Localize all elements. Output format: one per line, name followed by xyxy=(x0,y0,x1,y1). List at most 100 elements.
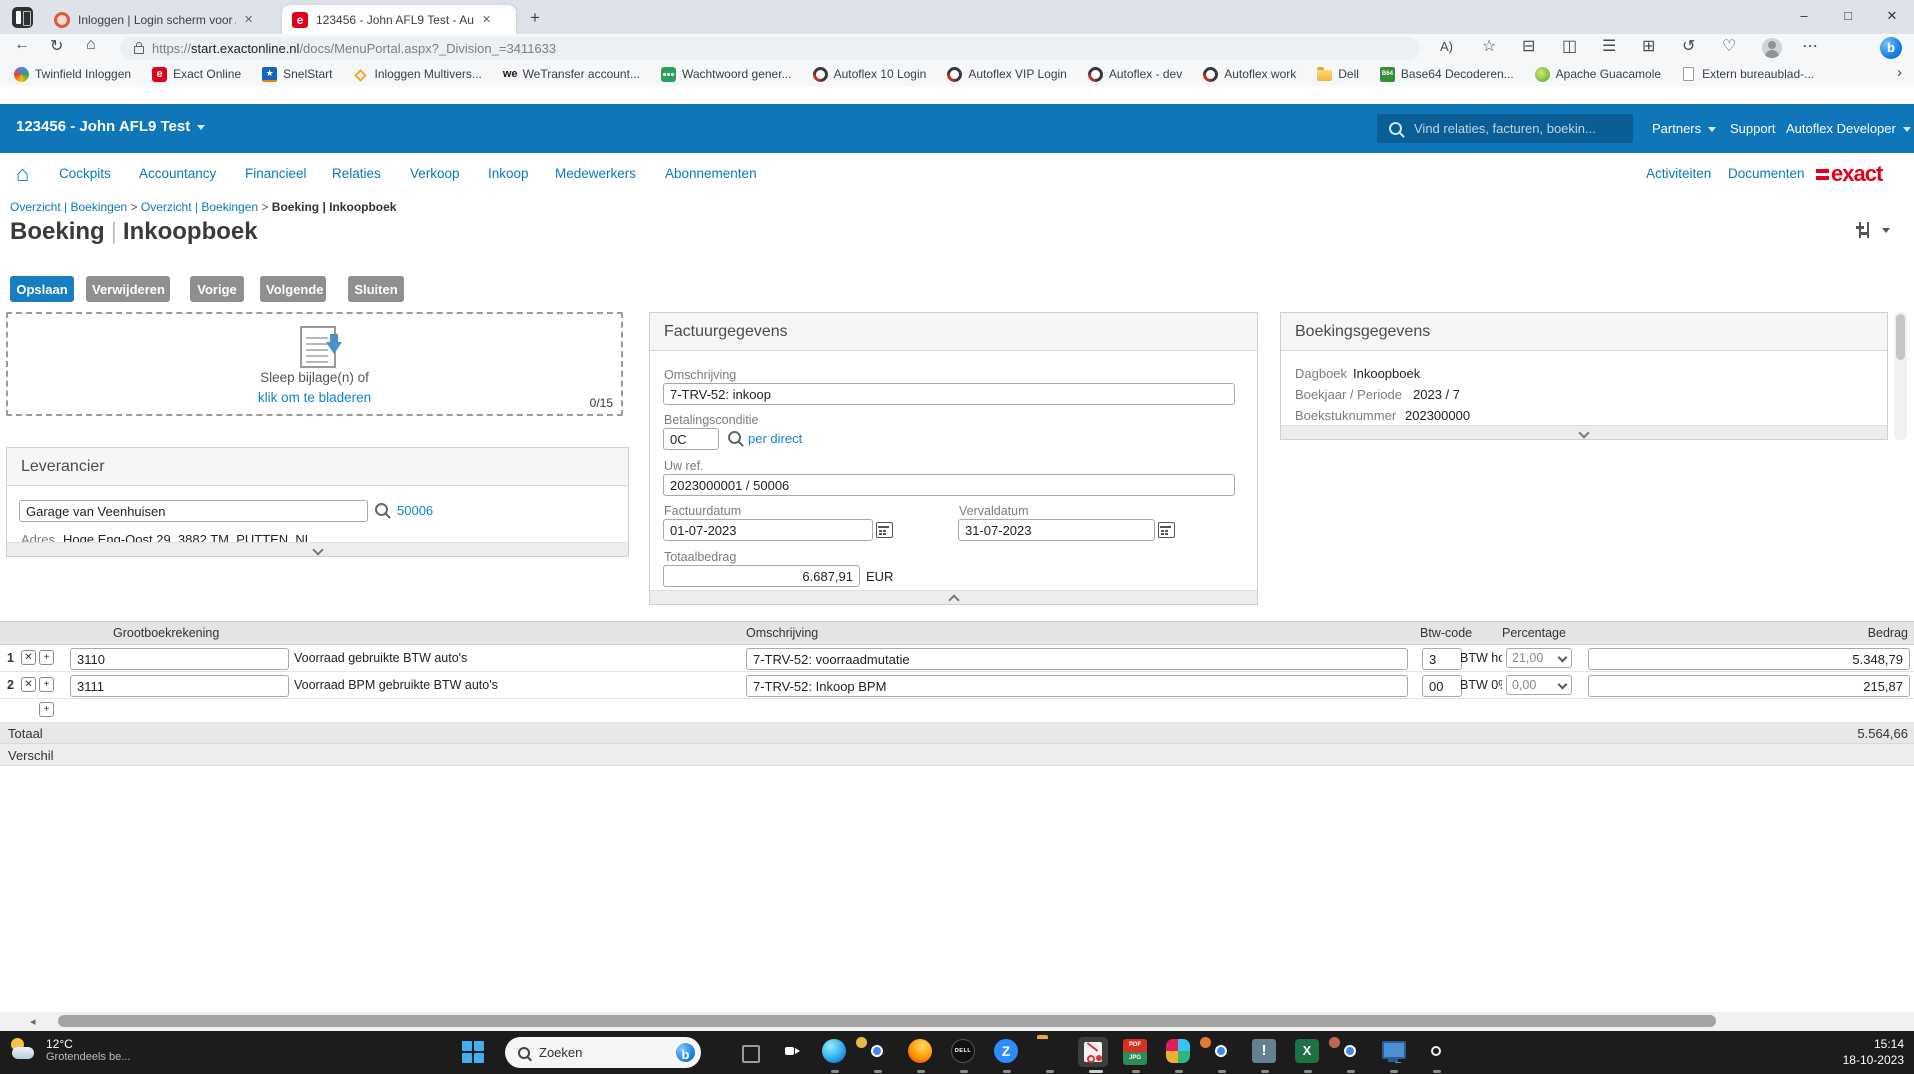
invoice-date-input[interactable] xyxy=(663,519,873,541)
scrollbar-thumb[interactable] xyxy=(1896,314,1905,360)
your-ref-input[interactable] xyxy=(663,474,1235,496)
history-icon[interactable]: ↺ xyxy=(1682,36,1695,56)
snipping-tool-icon[interactable] xyxy=(1078,1037,1108,1067)
favorites-bar-icon[interactable]: ☰ xyxy=(1602,36,1616,56)
profile-avatar[interactable] xyxy=(1762,38,1782,58)
browse-link[interactable]: klik om te bladeren xyxy=(8,390,621,405)
horizontal-scrollbar[interactable]: ◂ xyxy=(0,1012,1914,1031)
extensions-icon[interactable]: ⊞ xyxy=(1642,36,1655,56)
dell-icon[interactable]: DELL xyxy=(951,1039,975,1063)
browser-essentials-icon[interactable]: ♡ xyxy=(1722,36,1736,56)
split-screen-icon[interactable]: ◫ xyxy=(1562,36,1577,56)
breadcrumb-link[interactable]: Overzicht | Boekingen xyxy=(141,200,258,214)
zoom-icon[interactable]: Z xyxy=(994,1039,1018,1063)
bookmark-twinfield[interactable]: Twinfield Inloggen xyxy=(14,66,131,82)
due-date-input[interactable] xyxy=(958,519,1155,541)
delete-button[interactable]: Verwijderen xyxy=(86,276,170,302)
firefox-icon[interactable] xyxy=(908,1039,932,1063)
bookmark-autoflex-work[interactable]: Autoflex work xyxy=(1200,63,1296,85)
add-row-button[interactable]: + xyxy=(39,702,54,717)
bookmark-snelstart[interactable]: ★ SnelStart xyxy=(262,66,332,82)
tab-actions-icon[interactable] xyxy=(12,7,33,28)
calendar-icon[interactable] xyxy=(876,522,893,538)
bookmark-dell[interactable]: Dell xyxy=(1317,67,1359,81)
amount-input[interactable] xyxy=(1588,648,1910,670)
nav-financieel[interactable]: Financieel xyxy=(245,166,307,181)
back-icon[interactable]: ← xyxy=(14,36,30,54)
scroll-left-icon[interactable]: ◂ xyxy=(30,1015,36,1028)
bookmark-base64[interactable]: B64 Base64 Decoderen... xyxy=(1379,66,1514,82)
delete-row-button[interactable]: ✕ xyxy=(21,677,36,692)
line-description-input[interactable] xyxy=(746,675,1408,697)
description-input[interactable] xyxy=(663,383,1235,405)
address-bar[interactable]: https://start.exactonline.nl/docs/MenuPo… xyxy=(120,37,1420,60)
copilot-icon[interactable]: b xyxy=(1880,37,1902,59)
settings-sliders-icon[interactable] xyxy=(1856,222,1890,242)
calendar-icon[interactable] xyxy=(1158,522,1175,538)
division-selector[interactable]: 123456 - John AFL9 Test xyxy=(16,118,206,135)
bookmark-guacamole[interactable]: Apache Guacamole xyxy=(1534,66,1661,82)
browser-tab-exact[interactable]: e 123456 - John AFL9 Test - Autofle ✕ xyxy=(282,5,516,34)
nav-medewerkers[interactable]: Medewerkers xyxy=(555,166,636,181)
user-menu[interactable]: Autoflex Developer xyxy=(1786,121,1911,136)
delete-row-button[interactable]: ✕ xyxy=(21,650,36,665)
panel-vertical-scrollbar[interactable] xyxy=(1894,312,1907,440)
bookmark-autoflex10[interactable]: Autoflex 10 Login xyxy=(809,63,926,85)
supplier-search-icon[interactable] xyxy=(375,503,388,516)
home-icon[interactable]: ⌂ xyxy=(86,36,96,54)
tab-close-icon[interactable]: ✕ xyxy=(244,13,253,26)
bookmark-wetransfer[interactable]: we WeTransfer account... xyxy=(503,67,640,82)
nav-home-icon[interactable]: ⌂ xyxy=(16,161,29,187)
window-close-button[interactable]: ✕ xyxy=(1870,0,1914,34)
nav-relaties[interactable]: Relaties xyxy=(332,166,381,181)
total-amount-input[interactable] xyxy=(663,565,860,587)
edge-icon[interactable] xyxy=(822,1039,846,1063)
breadcrumb-link[interactable]: Overzicht | Boekingen xyxy=(10,200,127,214)
alert-app-icon[interactable]: ! xyxy=(1252,1039,1276,1063)
save-button[interactable]: Opslaan xyxy=(10,276,74,302)
percentage-select[interactable]: 21,00 xyxy=(1506,648,1572,668)
payment-search-icon[interactable] xyxy=(728,431,741,444)
bookmark-remote-desktop[interactable]: Extern bureaublad-... xyxy=(1682,67,1814,81)
collections-icon[interactable]: ⊟ xyxy=(1522,36,1535,56)
account-input[interactable] xyxy=(70,648,289,670)
attachment-dropzone[interactable]: Sleep bijlage(n) of klik om te bladeren … xyxy=(6,312,623,416)
bookmark-autoflex-dev[interactable]: Autoflex - dev xyxy=(1084,63,1182,85)
window-maximize-button[interactable]: □ xyxy=(1826,0,1870,34)
percentage-select[interactable]: 0,00 xyxy=(1506,675,1572,695)
bookmark-autoflex-vip[interactable]: Autoflex VIP Login xyxy=(944,63,1067,85)
vat-code-input[interactable] xyxy=(1422,675,1462,697)
bookmark-exact-online[interactable]: e Exact Online xyxy=(152,66,241,82)
nav-activiteiten[interactable]: Activiteiten xyxy=(1646,166,1711,181)
supplier-collapse[interactable] xyxy=(7,542,628,556)
weather-widget[interactable]: 12°C Grotendeels be... xyxy=(8,1035,130,1065)
nav-abonnementen[interactable]: Abonnementen xyxy=(665,166,757,181)
support-menu[interactable]: Support xyxy=(1730,121,1776,136)
window-minimize-button[interactable]: – xyxy=(1782,0,1826,34)
nav-inkoop[interactable]: Inkoop xyxy=(488,166,529,181)
bookmark-wachtwoord[interactable]: Wachtwoord gener... xyxy=(660,66,792,82)
pdf-jpg-converter-icon[interactable]: PDF JPG xyxy=(1123,1039,1147,1065)
browser-tab-login[interactable]: Inloggen | Login scherm voor Au ✕ xyxy=(44,5,276,34)
next-button[interactable]: Volgende xyxy=(260,276,326,302)
amount-input[interactable] xyxy=(1588,675,1910,697)
taskbar-search[interactable]: Zoeken b xyxy=(505,1037,701,1068)
add-row-button[interactable]: + xyxy=(39,650,54,665)
previous-button[interactable]: Vorige xyxy=(190,276,244,302)
nav-verkoop[interactable]: Verkoop xyxy=(410,166,460,181)
payment-condition-link[interactable]: per direct xyxy=(748,431,802,446)
global-search[interactable] xyxy=(1377,114,1633,143)
taskbar-clock[interactable]: 15:14 18-10-2023 xyxy=(1843,1036,1904,1068)
refresh-icon[interactable]: ↻ xyxy=(50,36,63,56)
nav-cockpits[interactable]: Cockpits xyxy=(59,166,111,181)
nav-accountancy[interactable]: Accountancy xyxy=(139,166,216,181)
excel-icon[interactable]: X xyxy=(1295,1039,1319,1063)
close-button[interactable]: Sluiten xyxy=(348,276,404,302)
line-description-input[interactable] xyxy=(746,648,1408,670)
bookmarks-overflow-icon[interactable]: › xyxy=(1897,64,1902,81)
nav-documenten[interactable]: Documenten xyxy=(1728,166,1805,181)
favorite-star-icon[interactable]: ☆ xyxy=(1482,36,1496,56)
global-search-input[interactable] xyxy=(1412,120,1626,137)
payment-condition-input[interactable] xyxy=(663,428,719,450)
start-button[interactable] xyxy=(462,1041,484,1063)
